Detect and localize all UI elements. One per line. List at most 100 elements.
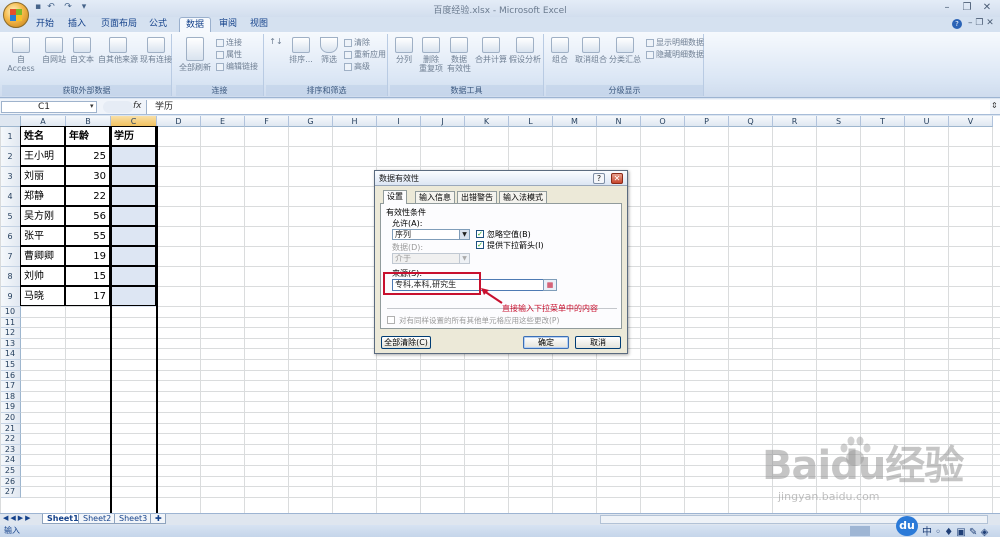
table-cell-age[interactable]: 55: [65, 226, 110, 246]
row-header[interactable]: 16: [0, 370, 21, 382]
column-header-u[interactable]: U: [905, 116, 949, 127]
row-header[interactable]: 5: [0, 207, 21, 227]
ime-status-icon[interactable]: 中 ◦ ♦ ▣ ✎ ◈: [922, 523, 988, 537]
table-cell-age[interactable]: 30: [65, 166, 110, 186]
remove-duplicates-button[interactable]: 删除 重复项: [418, 37, 444, 73]
tab-review[interactable]: 审阅: [215, 17, 241, 32]
allow-dropdown-icon[interactable]: ▼: [459, 230, 469, 239]
clear-button[interactable]: 清除: [344, 37, 370, 48]
ok-button[interactable]: 确定: [523, 336, 569, 349]
sheet-nav-icon[interactable]: ◀◀▶▶: [3, 514, 33, 522]
row-header[interactable]: 17: [0, 381, 21, 392]
column-header-s[interactable]: S: [817, 116, 861, 127]
table-cell-age[interactable]: 56: [65, 206, 110, 226]
row-header[interactable]: 25: [0, 466, 21, 477]
row-header[interactable]: 19: [0, 402, 21, 413]
what-if-analysis-button[interactable]: 假设分析: [508, 37, 542, 64]
row-header[interactable]: 14: [0, 349, 21, 360]
tab-view[interactable]: 视图: [246, 17, 272, 32]
row-header[interactable]: 4: [0, 187, 21, 207]
apply-all-checkbox[interactable]: [387, 316, 395, 324]
column-header-k[interactable]: K: [465, 116, 509, 127]
from-other-sources-button[interactable]: 自其他来源: [98, 37, 138, 64]
row-header[interactable]: 10: [0, 307, 21, 318]
from-web-button[interactable]: 自网站: [40, 37, 68, 64]
connections-button[interactable]: 连接: [216, 37, 242, 48]
table-cell-name[interactable]: 郑静: [20, 186, 65, 206]
table-cell-age[interactable]: 22: [65, 186, 110, 206]
row-header[interactable]: 1: [0, 127, 21, 147]
table-cell-age[interactable]: 25: [65, 146, 110, 166]
row-header[interactable]: 2: [0, 147, 21, 167]
from-text-button[interactable]: 自文本: [68, 37, 96, 64]
table-header-cell[interactable]: 年龄: [65, 126, 110, 146]
undo-icon[interactable]: ↶: [45, 2, 57, 13]
dialog-help-icon[interactable]: ?: [593, 173, 605, 184]
refresh-all-button[interactable]: 全部刷新: [178, 37, 212, 72]
column-header-r[interactable]: R: [773, 116, 817, 127]
dialog-tab-settings[interactable]: 设置: [383, 190, 407, 204]
consolidate-button[interactable]: 合并计算: [474, 37, 508, 64]
tab-insert[interactable]: 插入: [64, 17, 90, 32]
tab-formulas[interactable]: 公式: [145, 17, 171, 32]
table-cell-name[interactable]: 马晓: [20, 286, 65, 306]
column-header-n[interactable]: N: [597, 116, 641, 127]
row-header[interactable]: 20: [0, 413, 21, 424]
column-header-d[interactable]: D: [157, 116, 201, 127]
table-cell-name[interactable]: 曹卿卿: [20, 246, 65, 266]
subtotal-button[interactable]: 分类汇总: [608, 37, 642, 64]
edit-links-button[interactable]: 编辑链接: [216, 61, 258, 72]
row-header[interactable]: 6: [0, 227, 21, 247]
hide-detail-button[interactable]: 隐藏明细数据: [646, 49, 704, 60]
ungroup-button[interactable]: 取消组合: [574, 37, 608, 64]
restore-icon[interactable]: ❐: [958, 1, 976, 14]
properties-button[interactable]: 属性: [216, 49, 242, 60]
column-header-t[interactable]: T: [861, 116, 905, 127]
sheet-tab-3[interactable]: Sheet3: [114, 514, 153, 524]
allow-select[interactable]: 序列 ▼: [392, 229, 470, 240]
insert-function-icon[interactable]: fx: [133, 101, 142, 111]
tab-home[interactable]: 开始: [32, 17, 58, 32]
column-header-e[interactable]: E: [201, 116, 245, 127]
row-header[interactable]: 9: [0, 287, 21, 307]
column-header-v[interactable]: V: [949, 116, 993, 127]
save-icon[interactable]: ▪: [32, 2, 44, 13]
row-header[interactable]: 11: [0, 317, 21, 329]
cancel-button[interactable]: 取消: [575, 336, 621, 349]
reapply-button[interactable]: 重新应用: [344, 49, 386, 60]
column-header-i[interactable]: I: [377, 116, 421, 127]
office-button[interactable]: [3, 2, 29, 28]
data-validation-button[interactable]: 数据 有效性: [446, 37, 472, 73]
dialog-tab-ime-mode[interactable]: 输入法模式: [499, 191, 547, 203]
table-cell-age[interactable]: 19: [65, 246, 110, 266]
formula-input[interactable]: 学历: [146, 100, 990, 114]
row-header[interactable]: 21: [0, 423, 21, 435]
expand-formula-icon[interactable]: ⇕: [991, 101, 998, 110]
minimize-icon[interactable]: –: [938, 1, 956, 14]
sort-az-icon[interactable]: ↑↓: [268, 37, 284, 46]
column-header-g[interactable]: G: [289, 116, 333, 127]
table-cell-name[interactable]: 吴方刚: [20, 206, 65, 226]
row-header[interactable]: 23: [0, 444, 21, 456]
row-header[interactable]: 8: [0, 267, 21, 287]
tab-page-layout[interactable]: 页面布局: [99, 17, 139, 32]
dialog-tab-error-alert[interactable]: 出错警告: [457, 191, 497, 203]
column-header-m[interactable]: M: [553, 116, 597, 127]
text-to-columns-button[interactable]: 分列: [392, 37, 416, 64]
column-header-q[interactable]: Q: [729, 116, 773, 127]
table-cell-name[interactable]: 刘帅: [20, 266, 65, 286]
ribbon-minimize-icon[interactable]: – ❐ ✕: [968, 18, 994, 28]
tab-data[interactable]: 数据: [179, 17, 211, 32]
dialog-tab-input-message[interactable]: 输入信息: [415, 191, 455, 203]
table-cell-name[interactable]: 王小明: [20, 146, 65, 166]
column-header-f[interactable]: F: [245, 116, 289, 127]
dialog-close-icon[interactable]: ✕: [611, 173, 623, 184]
redo-icon[interactable]: ↷: [62, 2, 74, 13]
dropdown-arrow-checkbox[interactable]: ✓: [476, 241, 484, 249]
row-header[interactable]: 13: [0, 338, 21, 350]
table-cell-age[interactable]: 15: [65, 266, 110, 286]
ignore-blank-checkbox[interactable]: ✓: [476, 230, 484, 238]
row-header[interactable]: 27: [0, 487, 21, 498]
column-header-j[interactable]: J: [421, 116, 465, 127]
column-header-h[interactable]: H: [333, 116, 377, 127]
